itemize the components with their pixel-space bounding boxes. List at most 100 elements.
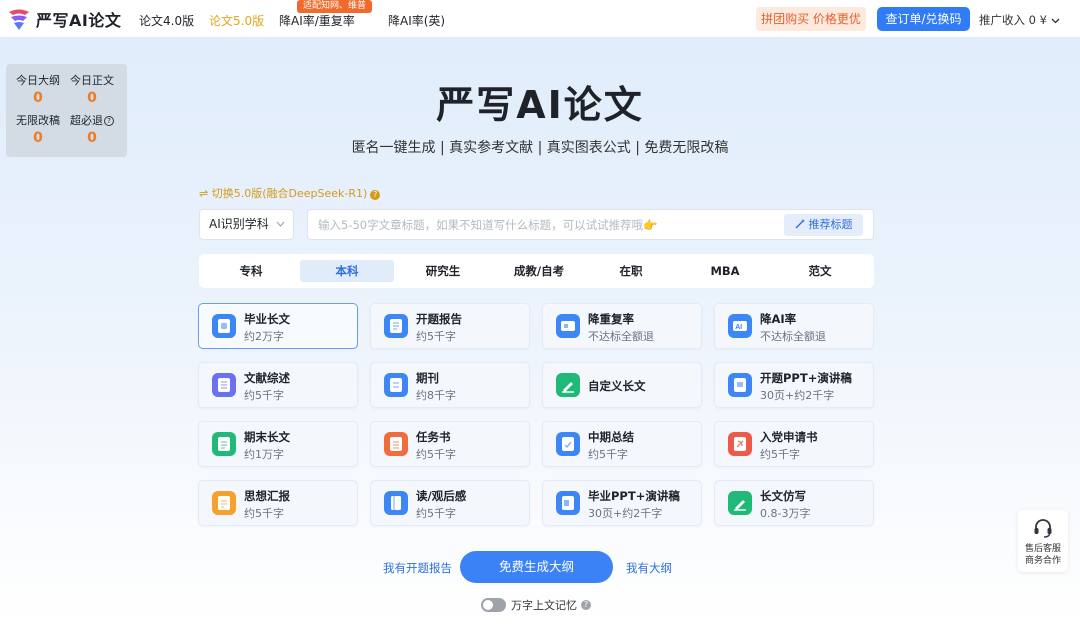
paper-type-card[interactable]: 毕业PPT+演讲稿 30页+约2千字 bbox=[542, 480, 702, 526]
have-outline-link[interactable]: 我有大纲 bbox=[626, 560, 672, 576]
card-description: 约5千字 bbox=[588, 448, 628, 461]
help-icon[interactable]: ? bbox=[581, 600, 591, 610]
card-title: 自定义长文 bbox=[588, 379, 646, 393]
customer-service-widget[interactable]: 售后客服 商务合作 bbox=[1018, 510, 1068, 572]
tab-adult-education[interactable]: 成教/自考 bbox=[492, 260, 586, 282]
card-title: 降重复率 bbox=[588, 312, 634, 326]
subject-select[interactable]: AI识别学科 bbox=[199, 209, 294, 240]
top-navbar: 严写AI论文 论文4.0版 论文5.0版 适配知网、维普 降AI率/重复率 降A… bbox=[0, 0, 1080, 38]
review-icon bbox=[212, 373, 236, 397]
paper-type-card[interactable]: 长文仿写 0.8-3万字 bbox=[714, 480, 874, 526]
paper-type-card[interactable]: 文献综述约5千字 bbox=[198, 362, 358, 408]
pen-icon bbox=[556, 373, 580, 397]
journal-icon bbox=[384, 373, 408, 397]
chevron-down-icon bbox=[1051, 13, 1060, 27]
headset-icon bbox=[1034, 519, 1052, 538]
document-icon bbox=[212, 314, 236, 338]
magic-wand-icon bbox=[795, 219, 805, 229]
nav-paper-4[interactable]: 论文4.0版 bbox=[139, 12, 194, 29]
paper-type-card[interactable]: 开题报告约5千字 bbox=[370, 303, 530, 349]
card-description: 30页+约2千字 bbox=[760, 389, 835, 402]
card-description: 约5千字 bbox=[416, 448, 456, 461]
card-description: 不达标全额退 bbox=[760, 330, 826, 343]
paper-type-card[interactable]: 中期总结 约5千字 bbox=[542, 421, 702, 467]
title-input[interactable] bbox=[308, 210, 778, 239]
support-label-1: 售后客服 bbox=[1024, 544, 1061, 554]
recommend-title-label: 推荐标题 bbox=[808, 218, 853, 231]
logo-icon bbox=[9, 9, 29, 30]
paper-type-card[interactable]: AI 降AI率不达标全额退 bbox=[714, 303, 874, 349]
card-title: 长文仿写 bbox=[760, 489, 806, 503]
paper-type-card[interactable]: 自定义长文 bbox=[542, 362, 702, 408]
final-icon bbox=[212, 432, 236, 456]
card-title: 任务书 bbox=[416, 430, 451, 444]
card-title: 毕业PPT+演讲稿 bbox=[588, 489, 680, 503]
card-description: 30页+约2千字 bbox=[588, 507, 663, 520]
tab-junior-college[interactable]: 专科 bbox=[204, 260, 298, 282]
card-title: 开题PPT+演讲稿 bbox=[760, 371, 852, 385]
nav-paper-5[interactable]: 论文5.0版 bbox=[209, 12, 264, 29]
card-title: 文献综述 bbox=[244, 371, 290, 385]
nav-reduce-ai-en[interactable]: 降AI率(英) bbox=[388, 12, 445, 29]
summary-icon bbox=[556, 432, 580, 456]
order-lookup-button[interactable]: 查订单/兑换码 bbox=[877, 7, 970, 31]
card-title: 毕业长文 bbox=[244, 312, 290, 326]
version-switch-link[interactable]: ⇌ 切换5.0版(融合DeepSeek-R1)? bbox=[199, 185, 381, 201]
thought-icon bbox=[212, 491, 236, 515]
card-description: 约5千字 bbox=[244, 389, 284, 402]
ppt-icon bbox=[556, 491, 580, 515]
logo-text: 严写AI论文 bbox=[36, 11, 122, 30]
tab-samples[interactable]: 范文 bbox=[773, 260, 867, 282]
paper-type-card[interactable]: 期末长文约1万字 bbox=[198, 421, 358, 467]
recommend-title-button[interactable]: 推荐标题 bbox=[784, 214, 863, 236]
toggle-knob bbox=[483, 600, 493, 610]
card-title: 降AI率 bbox=[760, 312, 797, 326]
card-title: 读/观后感 bbox=[416, 489, 467, 503]
help-icon[interactable]: ? bbox=[370, 190, 381, 200]
card-title: 期刊 bbox=[416, 371, 439, 385]
tab-graduate[interactable]: 研究生 bbox=[396, 260, 490, 282]
imitate-icon bbox=[728, 491, 752, 515]
group-buy-button[interactable]: 拼团购买 价格更优 bbox=[756, 7, 866, 31]
paper-type-card[interactable]: 入党申请书 约5千字 bbox=[714, 421, 874, 467]
paper-type-card[interactable]: 思想汇报约5千字 bbox=[198, 480, 358, 526]
support-label-2: 商务合作 bbox=[1024, 556, 1061, 566]
card-description: 约5千字 bbox=[244, 507, 284, 520]
memory-setting: 万字上文记忆 ? bbox=[481, 597, 591, 613]
card-description: 约1万字 bbox=[244, 448, 284, 461]
report-icon bbox=[384, 314, 408, 338]
paper-type-card[interactable]: 降重复率不达标全额退 bbox=[542, 303, 702, 349]
card-description: 约5千字 bbox=[416, 330, 456, 343]
page-subtitle: 匿名一键生成 | 真实参考文献 | 真实图表公式 | 免费无限改稿 bbox=[351, 140, 729, 156]
logo[interactable]: 严写AI论文 bbox=[6, 6, 121, 32]
tab-in-service[interactable]: 在职 bbox=[584, 260, 678, 282]
paper-type-card[interactable]: 期刊 约8千字 bbox=[370, 362, 530, 408]
card-title: 期末长文 bbox=[244, 430, 290, 444]
card-title: 思想汇报 bbox=[244, 489, 290, 503]
paper-type-card[interactable]: 任务书约5千字 bbox=[370, 421, 530, 467]
tab-undergraduate[interactable]: 本科 bbox=[300, 260, 394, 282]
ai-icon: AI bbox=[728, 314, 752, 338]
card-description: 不达标全额退 bbox=[588, 330, 654, 343]
page-title: 严写AI论文 bbox=[436, 83, 644, 127]
book-icon bbox=[384, 491, 408, 515]
income-dropdown[interactable]: 推广收入 0 ¥ bbox=[979, 12, 1060, 28]
card-title: 开题报告 bbox=[416, 312, 462, 326]
paper-type-card[interactable]: 开题PPT+演讲稿 30页+约2千字 bbox=[714, 362, 874, 408]
card-description: 0.8-3万字 bbox=[760, 507, 811, 520]
card-description: 约2万字 bbox=[244, 330, 284, 343]
slides-icon bbox=[728, 373, 752, 397]
tab-mba[interactable]: MBA bbox=[678, 260, 772, 282]
generate-outline-button[interactable]: 免费生成大纲 bbox=[460, 551, 613, 583]
dedupe-icon bbox=[556, 314, 580, 338]
card-title: 入党申请书 bbox=[760, 430, 818, 444]
nav-reduce-ai-dup[interactable]: 降AI率/重复率 bbox=[279, 12, 355, 29]
svg-text:AI: AI bbox=[735, 324, 742, 331]
memory-toggle[interactable] bbox=[481, 598, 506, 612]
have-report-link[interactable]: 我有开题报告 bbox=[383, 560, 452, 576]
paper-type-card[interactable]: 读/观后感 约5千字 bbox=[370, 480, 530, 526]
income-label: 推广收入 0 ¥ bbox=[979, 13, 1047, 27]
chevron-down-icon bbox=[276, 210, 285, 252]
party-icon bbox=[728, 432, 752, 456]
paper-type-card[interactable]: 毕业长文约2万字 bbox=[198, 303, 358, 349]
